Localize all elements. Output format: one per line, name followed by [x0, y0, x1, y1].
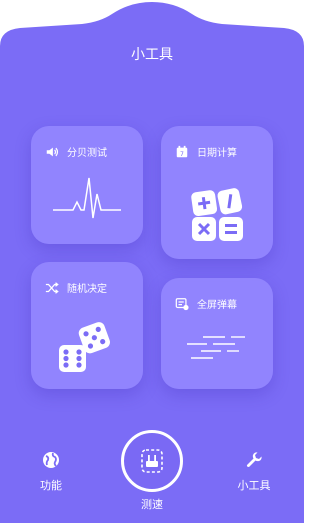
nav-label: 功能	[40, 479, 62, 492]
card-label: 随机决定	[67, 284, 107, 295]
card-label: 全屏弹幕	[197, 300, 237, 311]
router-icon	[141, 449, 163, 473]
decibel-test-card[interactable]: 分贝测试	[31, 126, 143, 244]
waveform-graphic	[53, 177, 121, 219]
danmaku-lines-graphic	[187, 336, 245, 359]
danmaku-icon	[175, 297, 189, 310]
card-label: 分贝测试	[67, 148, 107, 159]
wrench-icon	[246, 452, 262, 467]
shuffle-icon	[45, 281, 59, 294]
nav-label: 小工具	[237, 479, 271, 492]
speed-test-label: 测速	[141, 498, 163, 511]
card-label: 日期计算	[197, 148, 237, 159]
speed-test-button[interactable]	[121, 430, 183, 492]
speaker-icon	[46, 147, 59, 156]
calendar-icon: 7	[176, 145, 188, 157]
random-decide-card[interactable]: 随机决定	[31, 262, 143, 389]
svg-text:7: 7	[180, 150, 184, 157]
nav-tools[interactable]: 小工具	[229, 451, 279, 493]
fullscreen-danmaku-card[interactable]: 全屏弹幕	[161, 278, 273, 389]
calculator-graphic	[191, 188, 243, 241]
globe-icon	[43, 452, 59, 468]
date-calc-card[interactable]: 7 日期计算	[161, 126, 273, 259]
dice-graphic	[59, 322, 110, 372]
page-title: 小工具	[131, 47, 173, 63]
nav-features[interactable]: 功能	[28, 451, 74, 493]
